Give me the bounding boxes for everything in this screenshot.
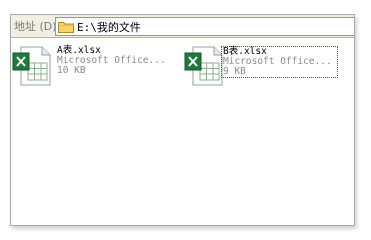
file-list: A表.xlsx Microsoft Office... 10 KB B表.xls… bbox=[11, 38, 354, 225]
excel-file-icon bbox=[184, 46, 223, 86]
file-size: 10 KB bbox=[57, 65, 86, 76]
file-details: A表.xlsx Microsoft Office... 10 KB bbox=[57, 46, 166, 76]
address-bar: 地址 (D) E:\我的文件 bbox=[11, 15, 354, 38]
address-path: E:\我的文件 bbox=[77, 20, 141, 34]
address-label: 地址 (D) bbox=[14, 20, 57, 33]
file-item-b[interactable]: B表.xlsx Microsoft Office... 9 KB bbox=[184, 45, 344, 87]
address-input[interactable]: E:\我的文件 bbox=[55, 17, 354, 36]
file-details: B表.xlsx Microsoft Office... 9 KB bbox=[221, 46, 338, 78]
folder-icon bbox=[58, 22, 74, 33]
file-size: 9 KB bbox=[223, 66, 246, 77]
explorer-window: 地址 (D) E:\我的文件 A表.xlsx Microsoft Office.… bbox=[10, 14, 355, 226]
file-item-a[interactable]: A表.xlsx Microsoft Office... 10 KB bbox=[12, 45, 172, 87]
excel-file-icon bbox=[12, 46, 51, 86]
